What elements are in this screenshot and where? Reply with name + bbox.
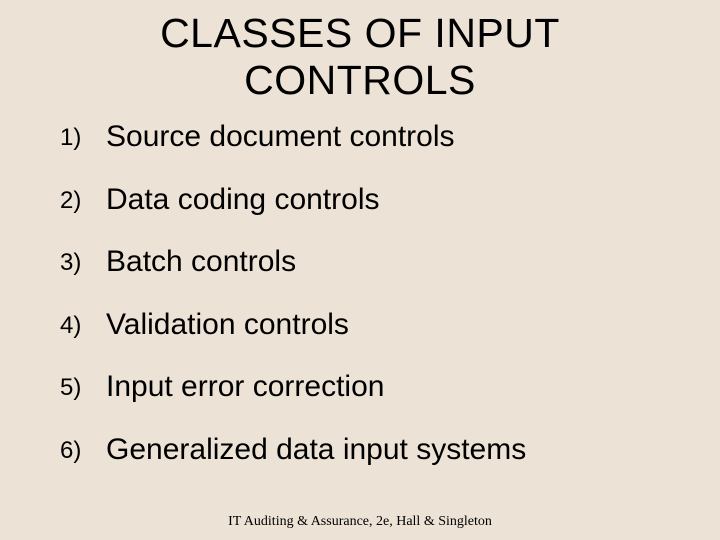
- footer-text: IT Auditing & Assurance, 2e, Hall & Sing…: [0, 514, 720, 530]
- list-item: Data coding controls: [60, 183, 680, 218]
- list-item: Validation controls: [60, 308, 680, 343]
- list-item: Input error correction: [60, 370, 680, 405]
- slide-title: CLASSES OF INPUT CONTROLS: [40, 10, 680, 104]
- list-item: Source document controls: [60, 120, 680, 155]
- numbered-list: Source document controls Data coding con…: [40, 120, 680, 467]
- list-item: Batch controls: [60, 245, 680, 280]
- slide: CLASSES OF INPUT CONTROLS Source documen…: [0, 0, 720, 540]
- list-item: Generalized data input systems: [60, 433, 680, 468]
